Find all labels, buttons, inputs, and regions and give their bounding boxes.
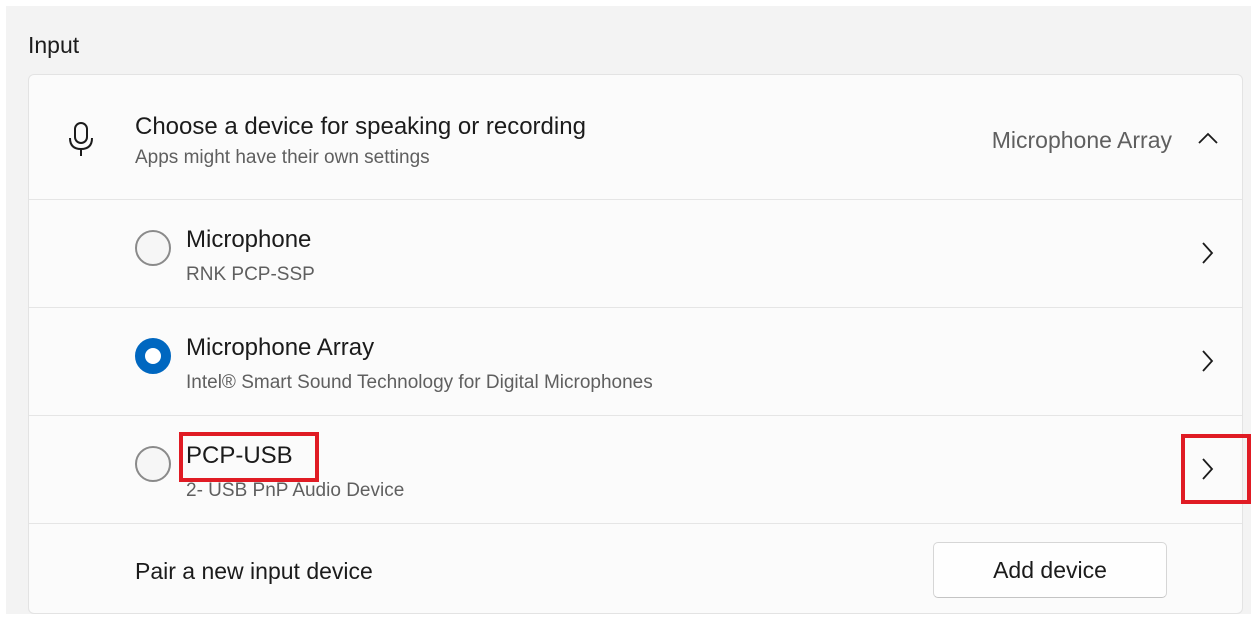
highlight-box-chevron (1181, 434, 1251, 504)
pair-device-label: Pair a new input device (135, 558, 373, 584)
chevron-right-icon[interactable] (1196, 240, 1218, 266)
device-row-microphone-array[interactable]: Microphone Array Intel® Smart Sound Tech… (29, 307, 1242, 415)
radio-button-pcp-usb[interactable] (135, 446, 171, 482)
device-description: 2- USB PnP Audio Device (186, 480, 405, 501)
header-title: Choose a device for speaking or recordin… (135, 113, 586, 140)
device-name: Microphone (186, 226, 312, 253)
input-settings-panel: Input Choose a device for speaking or re… (6, 6, 1251, 614)
section-title: Input (28, 32, 80, 58)
selected-device-value: Microphone Array (991, 127, 1172, 153)
device-description: RNK PCP-SSP (186, 264, 315, 285)
device-row-microphone[interactable]: Microphone RNK PCP-SSP (29, 199, 1242, 307)
radio-button-microphone-array[interactable] (135, 338, 171, 374)
chevron-up-icon[interactable] (1196, 127, 1220, 151)
chevron-right-icon[interactable] (1196, 348, 1218, 374)
device-description: Intel® Smart Sound Technology for Digita… (186, 372, 653, 393)
device-name: Microphone Array (186, 334, 375, 361)
highlight-box-device-name (179, 432, 319, 482)
device-row-pcp-usb[interactable]: PCP-USB 2- USB PnP Audio Device (29, 415, 1251, 523)
device-selector-header[interactable]: Choose a device for speaking or recordin… (29, 75, 1242, 199)
add-device-button[interactable]: Add device (933, 542, 1167, 598)
radio-button-microphone[interactable] (135, 230, 171, 266)
microphone-icon (65, 121, 97, 159)
input-device-card: Choose a device for speaking or recordin… (28, 74, 1251, 615)
header-subtitle: Apps might have their own settings (135, 147, 430, 168)
pair-device-row: Pair a new input device Add device (29, 523, 1242, 615)
